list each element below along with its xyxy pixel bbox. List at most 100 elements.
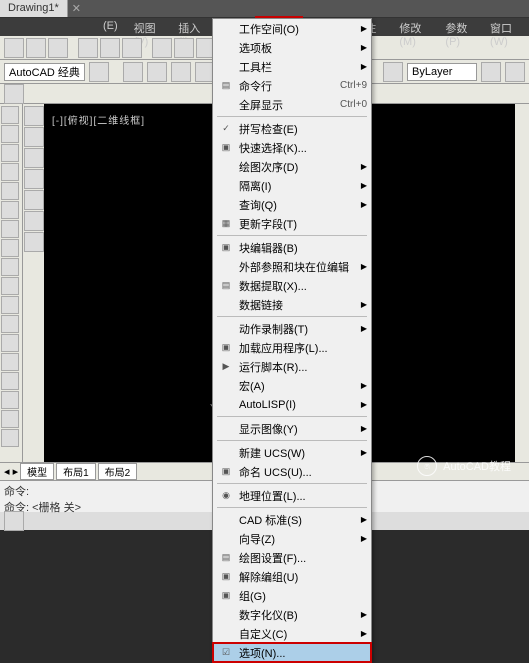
mod-scale[interactable] (24, 169, 44, 189)
tool-ellipse[interactable] (1, 201, 19, 219)
menuitem-34[interactable]: ▣解除编组(U) (213, 567, 371, 586)
layer-btn[interactable] (383, 62, 403, 82)
ws-btn4[interactable] (171, 62, 191, 82)
layout2-tab[interactable]: 布局2 (98, 463, 138, 480)
menuitem-6[interactable]: ✓拼写检查(E) (213, 119, 371, 138)
tool-d[interactable] (1, 429, 19, 447)
tb-save[interactable] (48, 38, 68, 58)
tb-copy[interactable] (174, 38, 194, 58)
menuitem-33[interactable]: ▤绘图设置(F)... (213, 548, 371, 567)
menu-7[interactable]: 修改(M) (391, 18, 437, 36)
row2-btn[interactable] (4, 84, 24, 104)
menuitem-icon (217, 513, 235, 527)
menuitem-label: 更新字段(T) (239, 216, 367, 232)
menuitem-35[interactable]: ▣组(G) (213, 586, 371, 605)
tb-undo[interactable] (100, 38, 120, 58)
menuitem-11[interactable]: ▦更新字段(T) (213, 214, 371, 233)
menuitem-16[interactable]: 数据链接▶ (213, 295, 371, 314)
menuitem-2[interactable]: 工具栏▶ (213, 57, 371, 76)
menuitem-37[interactable]: 自定义(C)▶ (213, 624, 371, 643)
menuitem-0[interactable]: 工作空间(O)▶ (213, 19, 371, 38)
ws-btn2[interactable] (123, 62, 143, 82)
mod-mirror[interactable] (24, 190, 44, 210)
menuitem-18[interactable]: 动作录制器(T)▶ (213, 319, 371, 338)
tool-poly[interactable] (1, 239, 19, 257)
menuitem-9[interactable]: 隔离(I)▶ (213, 176, 371, 195)
menuitem-4[interactable]: 全屏显示Ctrl+0 (213, 95, 371, 114)
tb-redo[interactable] (122, 38, 142, 58)
mod-move[interactable] (24, 106, 44, 126)
mod-trim[interactable] (24, 232, 44, 252)
draw-toolbar (0, 104, 22, 462)
menuitem-32[interactable]: 向导(Z)▶ (213, 529, 371, 548)
tool-hatch[interactable] (1, 220, 19, 238)
menuitem-21[interactable]: 宏(A)▶ (213, 376, 371, 395)
menuitem-icon: ▣ (217, 465, 235, 479)
menuitem-19[interactable]: ▣加载应用程序(L)... (213, 338, 371, 357)
ws-btn3[interactable] (147, 62, 167, 82)
menuitem-icon (217, 398, 235, 412)
layout1-tab[interactable]: 布局1 (56, 463, 96, 480)
menuitem-38[interactable]: ☑选项(N)... (213, 643, 371, 662)
right-scroll[interactable] (515, 104, 529, 462)
tool-a[interactable] (1, 372, 19, 390)
tool-spline[interactable] (1, 258, 19, 276)
menuitem-26[interactable]: 新建 UCS(W)▶ (213, 443, 371, 462)
ws-btn1[interactable] (89, 62, 109, 82)
mod-rotate[interactable] (24, 148, 44, 168)
tb-new[interactable] (4, 38, 24, 58)
tool-arc[interactable] (1, 163, 19, 181)
menuitem-icon (217, 41, 235, 55)
menuitem-27[interactable]: ▣命名 UCS(U)... (213, 462, 371, 481)
menuitem-label: 隔离(I) (239, 178, 361, 194)
viewport-label[interactable]: [-][俯视][二维线框] (52, 112, 145, 127)
status-btn[interactable] (4, 511, 24, 531)
menuitem-36[interactable]: 数字化仪(B)▶ (213, 605, 371, 624)
bylayer-combo[interactable]: ByLayer (407, 63, 477, 81)
menu-1[interactable]: 视图(V) (126, 18, 171, 36)
tb-cut[interactable] (152, 38, 172, 58)
menuitem-29[interactable]: ◉地理位置(L)... (213, 486, 371, 505)
menuitem-10[interactable]: 查询(Q)▶ (213, 195, 371, 214)
drawing-tab[interactable]: Drawing1* (0, 0, 68, 17)
mod-offset[interactable] (24, 211, 44, 231)
tool-region[interactable] (1, 353, 19, 371)
tool-table[interactable] (1, 334, 19, 352)
menu-0[interactable]: (E) (95, 18, 126, 36)
tool-text[interactable] (1, 315, 19, 333)
mod-copy[interactable] (24, 127, 44, 147)
menuitem-22[interactable]: AutoLISP(I)▶ (213, 395, 371, 414)
tab-close-icon[interactable]: ✕ (68, 0, 85, 17)
tool-line[interactable] (1, 106, 19, 124)
prop-btn1[interactable] (481, 62, 501, 82)
menu-8[interactable]: 参数(P) (437, 18, 482, 36)
menuitem-3[interactable]: ▤命令行Ctrl+9 (213, 76, 371, 95)
workspace-combo[interactable]: AutoCAD 经典 (4, 63, 85, 81)
mtab-nav[interactable]: ◂ ▸ (4, 465, 18, 478)
menuitem-14[interactable]: 外部参照和块在位编辑▶ (213, 257, 371, 276)
tool-pline[interactable] (1, 125, 19, 143)
menuitem-15[interactable]: ▤数据提取(X)... (213, 276, 371, 295)
model-tab[interactable]: 模型 (20, 463, 54, 480)
menu-9[interactable]: 窗口(W) (482, 18, 529, 36)
menuitem-8[interactable]: 绘图次序(D)▶ (213, 157, 371, 176)
menu-2[interactable]: 插入(I) (170, 18, 211, 36)
menuitem-7[interactable]: ▣快速选择(K)... (213, 138, 371, 157)
menuitem-label: 选项(N)... (239, 645, 367, 661)
menuitem-31[interactable]: CAD 标准(S)▶ (213, 510, 371, 529)
menuitem-1[interactable]: 选项板▶ (213, 38, 371, 57)
tool-point[interactable] (1, 277, 19, 295)
menuitem-13[interactable]: ▣块编辑器(B) (213, 238, 371, 257)
menuitem-24[interactable]: 显示图像(Y)▶ (213, 419, 371, 438)
tool-c[interactable] (1, 410, 19, 428)
tool-block[interactable] (1, 296, 19, 314)
tool-circle[interactable] (1, 144, 19, 162)
menuitem-icon (217, 22, 235, 36)
menuitem-20[interactable]: ▶运行脚本(R)... (213, 357, 371, 376)
tb-open[interactable] (26, 38, 46, 58)
tools-menu: 工作空间(O)▶选项板▶工具栏▶▤命令行Ctrl+9全屏显示Ctrl+0 ✓拼写检… (212, 18, 372, 663)
tool-rect[interactable] (1, 182, 19, 200)
tool-b[interactable] (1, 391, 19, 409)
tb-print[interactable] (78, 38, 98, 58)
prop-btn2[interactable] (505, 62, 525, 82)
